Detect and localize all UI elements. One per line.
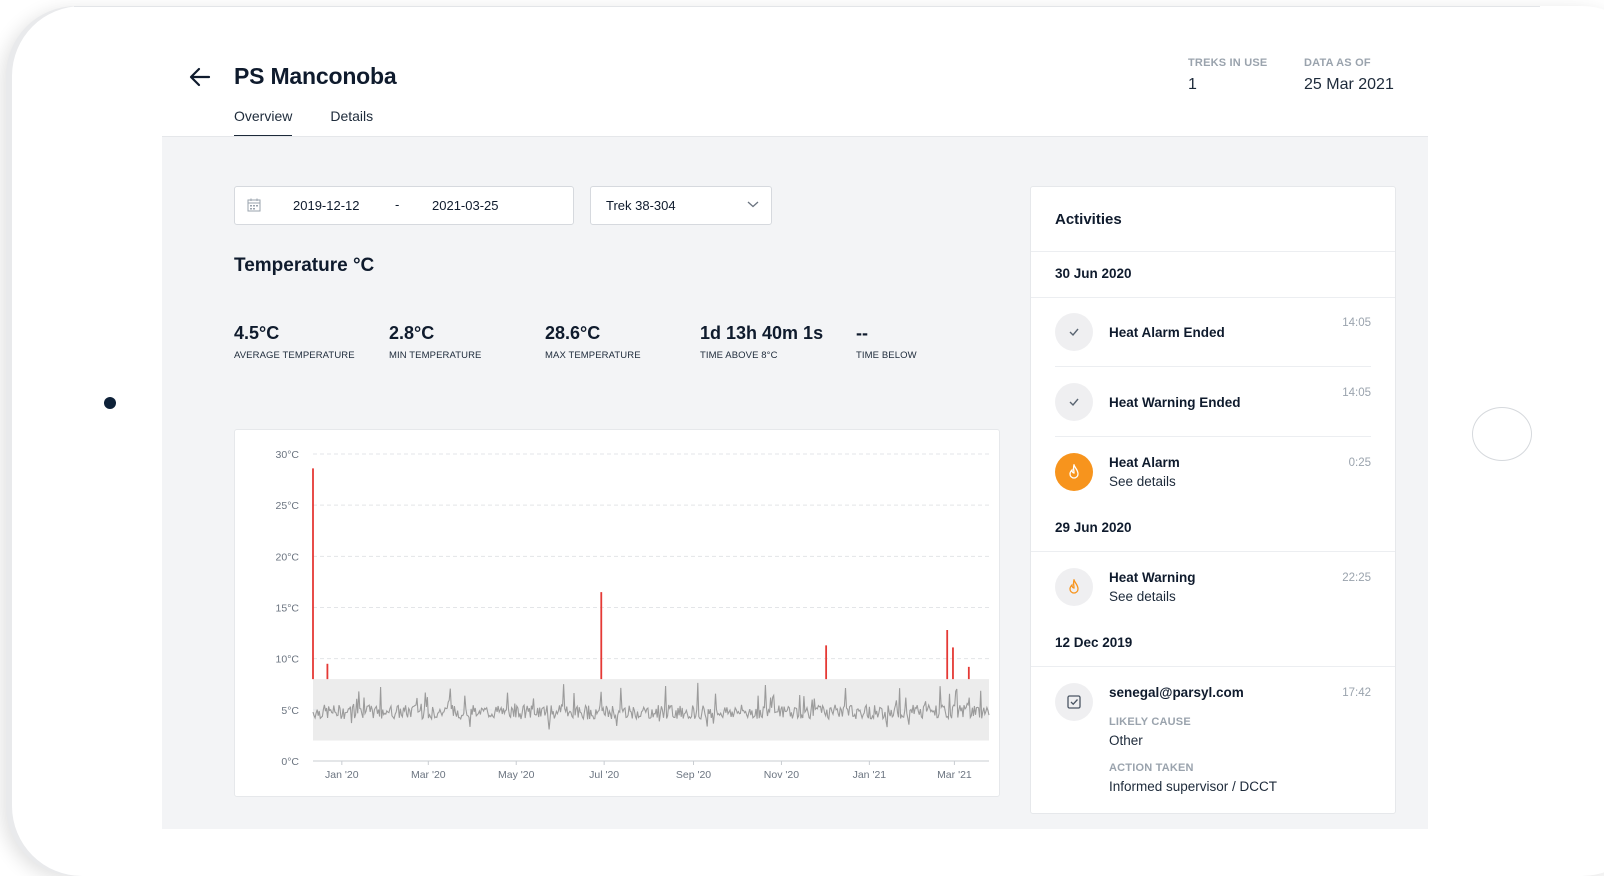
check-icon bbox=[1055, 383, 1093, 421]
likely-cause-value: Other bbox=[1109, 733, 1143, 748]
stat-label: TIME ABOVE 8°C bbox=[700, 350, 778, 361]
tab-bar: Overview Details bbox=[234, 108, 373, 137]
temperature-chart-card: 0°C 5°C 10°C 15°C 20°C 25°C 30°C Jan '20 Mar '20… bbox=[234, 429, 1000, 797]
x-tick-label: Mar '20 bbox=[411, 769, 446, 781]
action-taken-label: ACTION TAKEN bbox=[1109, 762, 1194, 774]
x-tick-label: Nov '20 bbox=[764, 769, 799, 781]
x-tick-label: Jan '21 bbox=[853, 769, 887, 781]
activity-title: Heat Alarm bbox=[1109, 455, 1180, 470]
divider bbox=[1031, 251, 1395, 252]
stat-value: 2.8°C bbox=[389, 323, 435, 343]
stat-value: -- bbox=[856, 323, 868, 343]
x-tick-label: Mar '21 bbox=[937, 769, 972, 781]
date-range-picker[interactable]: 2019-12-12 - 2021-03-25 bbox=[234, 186, 574, 225]
day-header: 30 Jun 2020 bbox=[1055, 266, 1132, 281]
activity-time: 14:05 bbox=[1342, 387, 1371, 399]
page-title: PS Manconoba bbox=[234, 63, 397, 89]
divider bbox=[1055, 436, 1371, 437]
flame-icon bbox=[1055, 568, 1093, 606]
stat-value: 1d 13h 40m 1s bbox=[700, 323, 824, 343]
x-tick-label: May '20 bbox=[498, 769, 535, 781]
calendar-icon bbox=[247, 198, 261, 212]
divider bbox=[1031, 551, 1395, 552]
y-tick-label: 10°C bbox=[276, 654, 300, 666]
checkbox-icon bbox=[1055, 683, 1093, 721]
stat-min: 2.8°C MIN TEMPERATURE bbox=[389, 323, 481, 361]
top-divider bbox=[74, 6, 1540, 7]
stat-value: 4.5°C bbox=[234, 323, 280, 343]
tab-details[interactable]: Details bbox=[330, 108, 373, 137]
day-header: 29 Jun 2020 bbox=[1055, 520, 1132, 535]
camera-dot bbox=[104, 397, 116, 409]
check-icon bbox=[1055, 313, 1093, 351]
activity-title: Heat Alarm Ended bbox=[1109, 325, 1225, 340]
stat-average: 4.5°C AVERAGE TEMPERATURE bbox=[234, 323, 355, 361]
chevron-down-icon bbox=[747, 201, 759, 208]
back-arrow-icon[interactable] bbox=[188, 66, 212, 88]
activity-time: 17:42 bbox=[1342, 687, 1371, 699]
x-tick-label: Sep '20 bbox=[676, 769, 711, 781]
y-tick-label: 5°C bbox=[281, 705, 299, 717]
trek-select[interactable]: Trek 38-304 bbox=[590, 186, 772, 225]
y-tick-label: 20°C bbox=[276, 551, 300, 563]
data-as-of-label: DATA AS OF bbox=[1304, 57, 1371, 69]
activity-time: 22:25 bbox=[1342, 572, 1371, 584]
stat-label: MIN TEMPERATURE bbox=[389, 350, 482, 361]
treks-in-use: TREKS IN USE 1 bbox=[1188, 57, 1267, 94]
stat-time-above: 1d 13h 40m 1s TIME ABOVE 8°C bbox=[700, 323, 823, 361]
stat-time-below: -- TIME BELOW bbox=[856, 323, 917, 361]
activity-time: 0:25 bbox=[1348, 457, 1371, 469]
stat-label: AVERAGE TEMPERATURE bbox=[234, 350, 355, 361]
activity-time: 14:05 bbox=[1342, 317, 1371, 329]
trek-select-value: Trek 38-304 bbox=[606, 198, 676, 213]
x-tick-label: Jul '20 bbox=[589, 769, 619, 781]
flame-icon bbox=[1055, 453, 1093, 491]
y-tick-label: 0°C bbox=[281, 756, 299, 768]
activity-title: Heat Warning bbox=[1109, 570, 1196, 585]
activity-title: Heat Warning Ended bbox=[1109, 395, 1241, 410]
stat-label: TIME BELOW bbox=[856, 350, 917, 361]
see-details-link[interactable]: See details bbox=[1109, 474, 1176, 489]
temperature-title: Temperature °C bbox=[234, 255, 375, 276]
stat-value: 28.6°C bbox=[545, 323, 601, 343]
date-to[interactable]: 2021-03-25 bbox=[432, 198, 499, 213]
tab-overview[interactable]: Overview bbox=[234, 108, 293, 137]
home-button[interactable] bbox=[1472, 407, 1532, 461]
activity-user: senegal@parsyl.com bbox=[1109, 685, 1244, 700]
likely-cause-label: LIKELY CAUSE bbox=[1109, 716, 1191, 728]
data-as-of: DATA AS OF 25 Mar 2021 bbox=[1304, 57, 1394, 94]
activities-title: Activities bbox=[1055, 211, 1122, 228]
divider bbox=[1031, 297, 1395, 298]
treks-in-use-value: 1 bbox=[1188, 76, 1197, 93]
y-tick-label: 15°C bbox=[276, 603, 300, 615]
divider bbox=[1031, 666, 1395, 667]
stat-label: MAX TEMPERATURE bbox=[545, 350, 641, 361]
data-as-of-value: 25 Mar 2021 bbox=[1304, 76, 1394, 93]
temperature-chart: 0°C 5°C 10°C 15°C 20°C 25°C 30°C Jan '20 Mar '20… bbox=[276, 449, 990, 781]
action-taken-value: Informed supervisor / DCCT bbox=[1109, 779, 1278, 794]
stat-max: 28.6°C MAX TEMPERATURE bbox=[545, 323, 641, 361]
activities-panel: Activities 30 Jun 2020 Heat Alarm Ended … bbox=[1030, 186, 1396, 814]
treks-in-use-label: TREKS IN USE bbox=[1188, 57, 1268, 69]
day-header: 12 Dec 2019 bbox=[1055, 635, 1133, 650]
x-tick-label: Jan '20 bbox=[325, 769, 359, 781]
divider bbox=[1055, 366, 1371, 367]
date-from[interactable]: 2019-12-12 bbox=[293, 198, 360, 213]
y-tick-label: 25°C bbox=[276, 500, 300, 512]
see-details-link[interactable]: See details bbox=[1109, 589, 1176, 604]
date-separator: - bbox=[395, 197, 400, 212]
y-tick-label: 30°C bbox=[276, 449, 300, 461]
